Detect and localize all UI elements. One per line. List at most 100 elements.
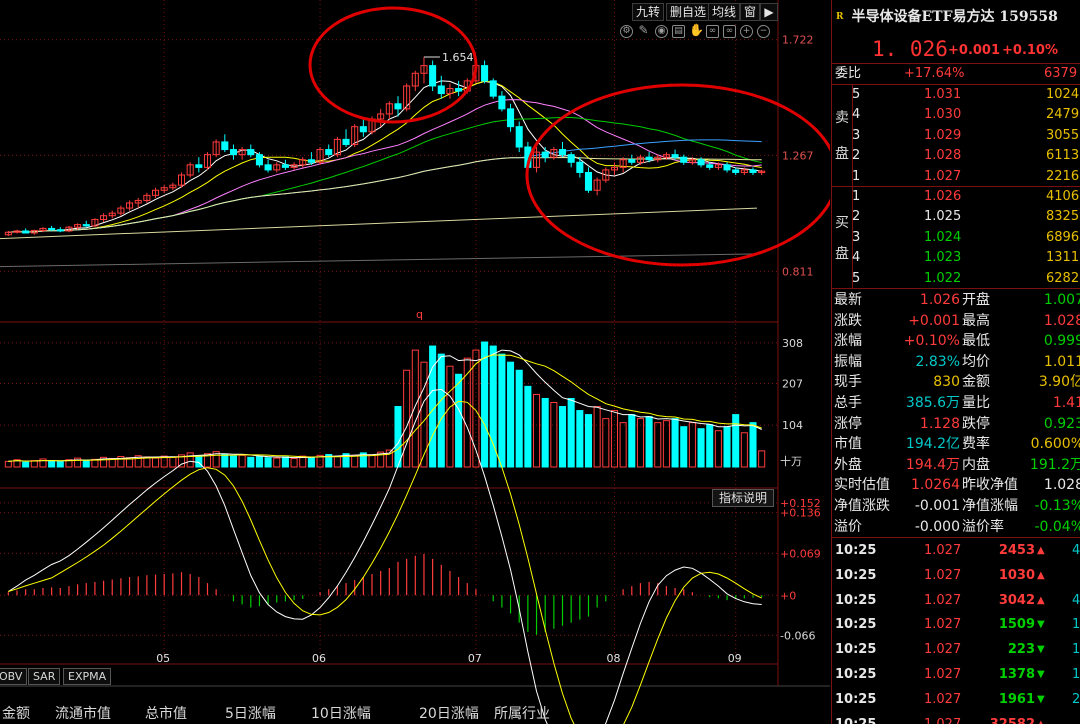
- jiuzhuan-button[interactable]: 九转: [632, 3, 665, 21]
- col-amount[interactable]: 金额: [2, 705, 30, 724]
- volume-bar: [636, 418, 644, 468]
- col-20d-change[interactable]: 20日涨幅: [419, 705, 479, 724]
- stat-row: 溢价 -0.000 溢价率 -0.04%: [832, 517, 1080, 537]
- tick-row[interactable]: 10:25 1.027 1030 ▲: [832, 565, 1080, 587]
- pen-icon[interactable]: ✎: [637, 24, 650, 38]
- stat-label: 溢价: [834, 518, 862, 535]
- tab-sar[interactable]: SAR: [28, 668, 61, 685]
- candle-body: [221, 141, 229, 151]
- price-change: +0.001: [948, 43, 1001, 58]
- candle-body: [697, 159, 705, 166]
- volume-y-label: 308: [782, 337, 803, 350]
- tick-row[interactable]: 10:25 1.027 32582 ▲: [832, 714, 1080, 724]
- ask-row[interactable]: 5 1.031 10249: [832, 85, 1080, 105]
- moving-average-button[interactable]: 均线: [708, 3, 741, 21]
- zoom-in-icon[interactable]: +: [740, 25, 753, 38]
- col-5d-change[interactable]: 5日涨幅: [225, 705, 276, 724]
- volume-bar: [758, 450, 766, 468]
- stat-label: 总手: [834, 395, 862, 411]
- hand-icon[interactable]: ✋: [689, 24, 704, 38]
- arrow-up-icon: ▲: [1037, 569, 1045, 581]
- stat-label: 均价: [962, 353, 990, 370]
- ma-line: [8, 156, 762, 233]
- stat-label: 现手: [834, 374, 862, 391]
- ask-price: 1.028: [924, 148, 962, 164]
- tick-extra: 2: [1072, 691, 1080, 707]
- volume-bar: [602, 418, 610, 468]
- unlock-icon[interactable]: ∞: [723, 25, 736, 38]
- stat-value: 830: [933, 374, 960, 391]
- tick-row[interactable]: 10:25 1.027 1509 ▼ 1: [832, 614, 1080, 636]
- ask-volume: 10249: [1046, 87, 1080, 102]
- remove-watchlist-button[interactable]: 删自选: [666, 3, 711, 21]
- ask-price: 1.029: [924, 127, 962, 143]
- bid-row[interactable]: 4 1.023 13115: [832, 248, 1080, 268]
- sidebar-toggle-icon[interactable]: ▶: [760, 3, 778, 21]
- stat-value: 0.600%: [1030, 436, 1080, 453]
- bid-row[interactable]: 1 1.026 41063: [832, 187, 1080, 207]
- window-button[interactable]: 窗: [740, 3, 761, 21]
- volume-bar: [446, 365, 454, 468]
- col-10d-change[interactable]: 10日涨幅: [311, 705, 371, 724]
- volume-bar: [48, 460, 56, 468]
- volume-y-label: 104: [782, 419, 803, 432]
- volume-bar: [333, 456, 341, 468]
- kline-chart[interactable]: 1.7221.2670.811308207104十万+0.152+0.136+0…: [0, 0, 830, 724]
- candle-body: [255, 154, 263, 166]
- col-total-cap[interactable]: 总市值: [145, 705, 187, 724]
- ask-level: 5: [852, 87, 861, 102]
- ask-row[interactable]: 4 1.030 24790: [832, 105, 1080, 125]
- ask-level: 1: [852, 168, 861, 184]
- candle-body: [706, 164, 714, 168]
- eye-icon[interactable]: ◉: [655, 25, 668, 38]
- price-change-pct: +0.10%: [1002, 43, 1058, 58]
- print-icon[interactable]: ▤: [672, 25, 685, 38]
- bid-price: 1.023: [924, 250, 962, 266]
- volume-bar: [307, 456, 315, 468]
- tick-price: 1.027: [924, 592, 962, 608]
- volume-bar: [671, 418, 679, 468]
- lock-icon[interactable]: ∞: [706, 25, 719, 38]
- tab-expma[interactable]: EXPMA: [63, 668, 112, 685]
- bid-row[interactable]: 5 1.022 6282: [832, 269, 1080, 289]
- settings-icon[interactable]: ⚙: [620, 25, 633, 38]
- candle-body: [437, 85, 445, 95]
- candle-body: [325, 149, 333, 156]
- ask-row[interactable]: 1 1.027 22160: [832, 167, 1080, 187]
- tick-row[interactable]: 10:25 1.027 2453 ▲ 4: [832, 540, 1080, 562]
- ask-volume: 24790: [1046, 107, 1080, 123]
- tick-row[interactable]: 10:25 1.027 3042 ▲ 4: [832, 590, 1080, 612]
- zoom-out-icon[interactable]: −: [757, 25, 770, 38]
- tick-row[interactable]: 10:25 1.027 1378 ▼ 1: [832, 664, 1080, 686]
- tick-time: 10:25: [835, 567, 877, 583]
- stat-value: -0.13%: [1034, 498, 1080, 514]
- price-y-label: 1.267: [782, 149, 814, 162]
- indicator-help-button[interactable]: 指标说明: [712, 489, 774, 507]
- stat-value: 194.4万: [905, 456, 960, 473]
- volume-bar: [541, 397, 549, 468]
- tick-volume: 2453: [998, 543, 1035, 558]
- bid-row[interactable]: 3 1.024 68965: [832, 228, 1080, 248]
- tab-obv[interactable]: OBV: [0, 668, 28, 685]
- stat-label: 量比: [962, 395, 990, 411]
- arrow-down-icon: ▼: [1037, 619, 1045, 631]
- tick-extra: 1: [1072, 642, 1080, 658]
- stat-label: 净值涨跌: [834, 498, 890, 514]
- volume-bar: [229, 455, 237, 468]
- candle-body: [307, 159, 315, 163]
- volume-bar: [273, 457, 281, 468]
- candle-body: [732, 169, 740, 173]
- stat-label: 净值涨幅: [962, 498, 1018, 514]
- stat-value: +0.001: [908, 312, 960, 329]
- ask-row[interactable]: 3 1.029 30552: [832, 126, 1080, 146]
- tick-row[interactable]: 10:25 1.027 1961 ▼ 2: [832, 689, 1080, 711]
- volume-bar: [4, 460, 12, 468]
- r-mark: R: [836, 12, 844, 22]
- stat-value: 194.2亿: [905, 436, 960, 453]
- col-float-cap[interactable]: 流通市值: [55, 705, 111, 724]
- col-industry[interactable]: 所属行业: [494, 705, 550, 724]
- bid-row[interactable]: 2 1.025 83250: [832, 207, 1080, 227]
- ask-row[interactable]: 2 1.028 61132: [832, 146, 1080, 166]
- candle-body: [680, 156, 688, 163]
- tick-row[interactable]: 10:25 1.027 223 ▼ 1: [832, 639, 1080, 661]
